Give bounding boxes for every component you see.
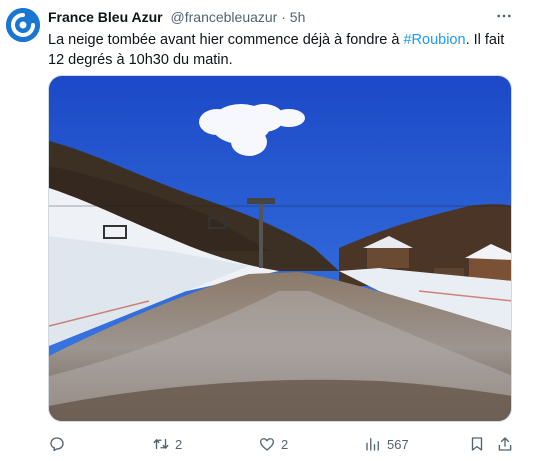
views-icon: [366, 438, 379, 451]
display-name[interactable]: France Bleu Azur: [48, 9, 163, 25]
hashtag-link[interactable]: #Roubion: [403, 32, 465, 48]
avatar[interactable]: [6, 8, 40, 42]
ski-slope-photo: [49, 76, 511, 421]
like-count: 2: [281, 436, 289, 452]
retweet-count: 2: [175, 436, 183, 452]
tweet-text: La neige tombée avant hier commence déjà…: [48, 30, 518, 70]
share-button[interactable]: [496, 432, 514, 456]
retweet-icon: [153, 438, 169, 450]
share-icon: [498, 437, 512, 451]
france-bleu-logo-icon: [6, 8, 40, 42]
timestamp[interactable]: 5h: [290, 9, 306, 25]
bookmark-button[interactable]: [468, 432, 486, 456]
tweet[interactable]: France Bleu Azur @francebleuazur · 5h La…: [0, 0, 538, 461]
reply-icon: [50, 437, 64, 452]
tweet-text-part: La neige tombée avant hier commence déjà…: [48, 32, 404, 48]
retweet-button[interactable]: 2: [152, 432, 182, 456]
more-button[interactable]: [494, 6, 514, 26]
user-handle[interactable]: @francebleuazur: [171, 9, 278, 25]
separator: ·: [281, 9, 286, 25]
tweet-header: France Bleu Azur @francebleuazur · 5h: [48, 8, 508, 26]
like-button[interactable]: 2: [258, 432, 288, 456]
views-button[interactable]: 567: [364, 432, 409, 456]
views-count: 567: [387, 436, 409, 452]
more-icon: [497, 14, 511, 18]
like-icon: [259, 438, 275, 451]
bookmark-icon: [471, 437, 483, 451]
tweet-photo[interactable]: [48, 75, 512, 422]
reply-button[interactable]: [48, 432, 66, 456]
action-bar: 2 2 567: [48, 432, 518, 456]
